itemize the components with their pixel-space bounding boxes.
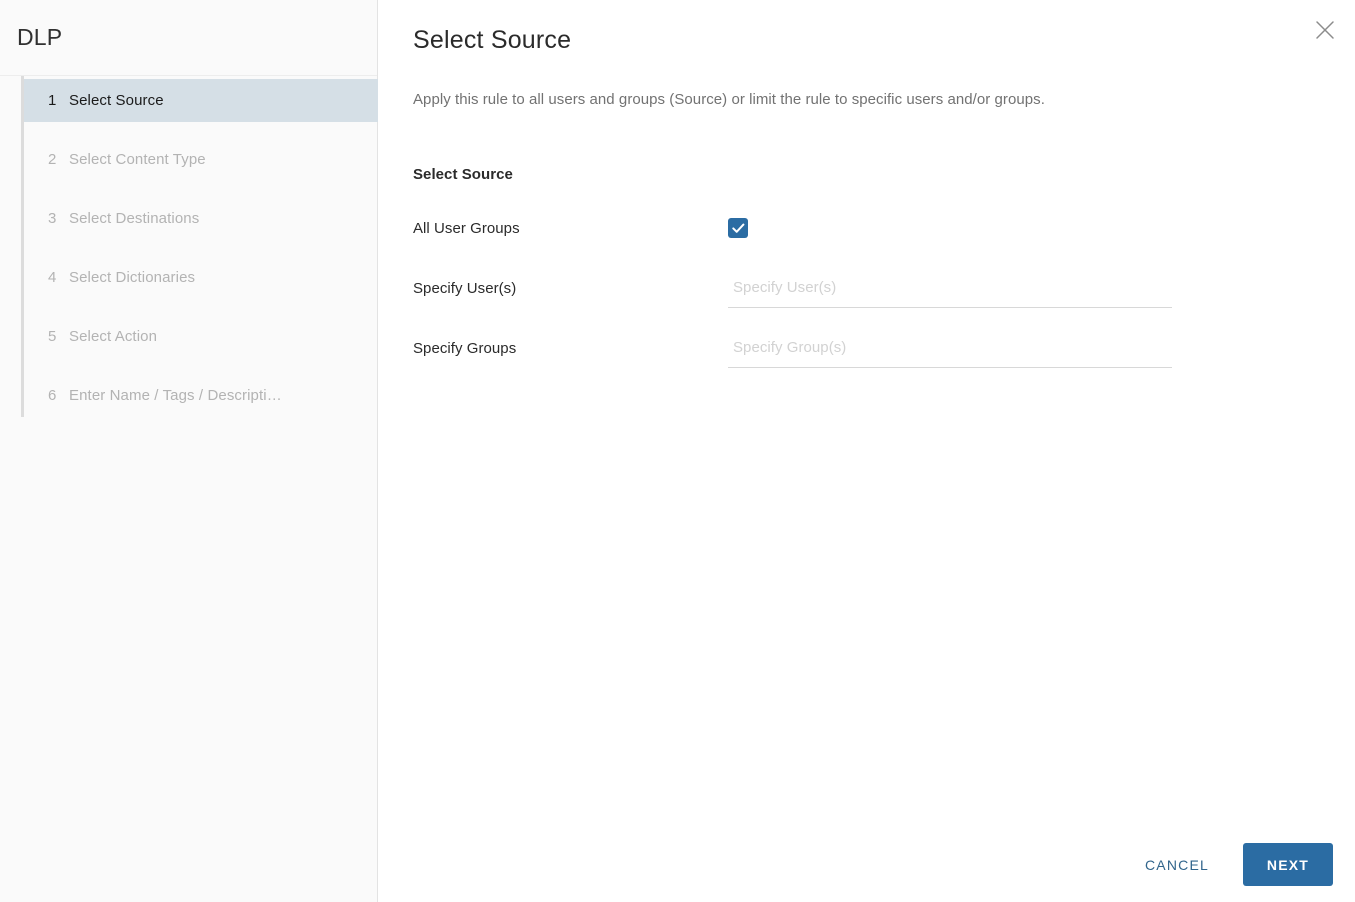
sidebar-step-select-destinations[interactable]: 3 Select Destinations	[24, 197, 378, 240]
sidebar-step-select-source[interactable]: 1 Select Source	[24, 79, 378, 122]
app-title: DLP	[17, 24, 63, 50]
step-label: Select Content Type	[69, 151, 206, 168]
wizard-sidebar: DLP 1 Select Source 2 Select Content Typ…	[0, 0, 378, 902]
label-specify-users: Specify User(s)	[413, 279, 517, 297]
all-user-groups-checkbox[interactable]	[728, 218, 748, 238]
step-label: Enter Name / Tags / Descripti…	[69, 387, 282, 404]
control-specify-groups	[728, 328, 1223, 368]
step-rail	[21, 76, 24, 417]
step-number: 3	[48, 210, 57, 227]
sidebar-step-enter-name-tags-description[interactable]: 6 Enter Name / Tags / Descripti…	[24, 374, 378, 417]
step-label: Select Dictionaries	[69, 269, 196, 286]
sidebar-step-select-content-type[interactable]: 2 Select Content Type	[24, 138, 378, 181]
form-row-all-user-groups: All User Groups	[413, 208, 1223, 248]
specify-users-input[interactable]	[728, 274, 1172, 308]
page-description: Apply this rule to all users and groups …	[413, 91, 1045, 108]
control-specify-users	[728, 268, 1223, 308]
step-number: 4	[48, 269, 57, 286]
wizard-step-list: 1 Select Source 2 Select Content Type 3 …	[0, 76, 378, 417]
sidebar-step-select-action[interactable]: 5 Select Action	[24, 315, 378, 358]
step-label: Select Source	[69, 92, 164, 109]
check-icon	[731, 223, 744, 233]
wizard-footer-actions: CANCEL NEXT	[1123, 843, 1333, 886]
sidebar-step-select-dictionaries[interactable]: 4 Select Dictionaries	[24, 256, 378, 299]
step-number: 5	[48, 328, 57, 345]
specify-groups-input[interactable]	[728, 334, 1172, 368]
page-title: Select Source	[413, 25, 572, 54]
close-icon[interactable]	[1307, 12, 1343, 48]
close-icon-glyph	[1316, 21, 1334, 39]
label-all-user-groups: All User Groups	[413, 219, 520, 237]
dlp-rule-wizard: DLP 1 Select Source 2 Select Content Typ…	[0, 0, 1355, 902]
step-number: 2	[48, 151, 57, 168]
step-label: Select Destinations	[69, 210, 200, 227]
cancel-button[interactable]: CANCEL	[1123, 847, 1231, 883]
control-all-user-groups	[728, 208, 1223, 248]
step-number: 1	[48, 92, 57, 109]
form-row-specify-groups: Specify Groups	[413, 328, 1223, 368]
step-label: Select Action	[69, 328, 158, 345]
sidebar-header: DLP	[0, 0, 377, 76]
section-label-select-source: Select Source	[413, 166, 513, 183]
next-button[interactable]: NEXT	[1243, 843, 1333, 886]
label-specify-groups: Specify Groups	[413, 339, 517, 357]
wizard-main-panel: Select Source Apply this rule to all use…	[378, 0, 1355, 902]
form-row-specify-users: Specify User(s)	[413, 268, 1223, 308]
step-number: 6	[48, 387, 57, 404]
